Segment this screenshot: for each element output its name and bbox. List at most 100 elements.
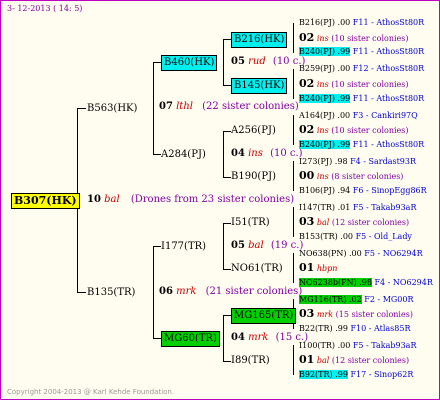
connector xyxy=(293,161,294,191)
gen4-1-note: (10 sister colonies) xyxy=(331,80,409,89)
gen4-3-top[interactable]: I273(PJ) .98 F4 - Sardast93R xyxy=(299,157,416,167)
connector xyxy=(293,253,294,283)
connector xyxy=(223,315,231,316)
gen1-bottom-queen[interactable]: B135(TR) xyxy=(87,287,135,299)
gen4-6-code: mrk xyxy=(316,310,334,319)
gen4-0-bot[interactable]: B240(PJ) .99 F11 - AthosSt80R xyxy=(299,47,424,57)
gen4-5-bot-src: F4 - NO6294R xyxy=(374,278,433,287)
gen4-6-bot-src: F10 - Atlas85R xyxy=(350,324,411,333)
gen4-3-code: ins xyxy=(316,172,329,181)
gen4-3-bot[interactable]: B106(PJ) .94 F6 - SinopEgg86R xyxy=(299,186,427,196)
connector xyxy=(293,345,294,375)
gen3-d-queen[interactable]: B190(PJ) xyxy=(231,171,276,183)
gen1-bottom-drone-info: 06 mrk (21 sister colonies) xyxy=(159,286,302,298)
gen4-7-code: bal xyxy=(316,356,330,365)
gen4-7-top[interactable]: I100(TR) .00 F5 - Takab93aR xyxy=(299,341,416,351)
connector xyxy=(223,177,231,178)
gen2-d-queen[interactable]: MG60(TR) xyxy=(161,331,220,347)
gen4-3-bot-src: F6 - SinopEgg86R xyxy=(352,186,427,195)
connector xyxy=(77,292,86,293)
connector xyxy=(223,315,224,361)
gen2-d-drone-info: 04 mrk (15 c.) xyxy=(231,332,308,344)
gen3-e-queen[interactable]: I51(TR) xyxy=(231,217,270,229)
gen4-1-bot[interactable]: B240(PJ) .99 F11 - AthosSt80R xyxy=(299,94,424,104)
gen4-7-top-id: I100(TR) .00 xyxy=(299,341,351,350)
gen4-2-note: (10 sister colonies) xyxy=(331,126,409,135)
gen4-7-bot[interactable]: B92(TR) .99 F17 - Sinop62R xyxy=(299,370,413,380)
gen4-2-bot[interactable]: B240(PJ) .99 F11 - AthosSt80R xyxy=(299,140,424,150)
gen4-6-num: 03 xyxy=(299,307,315,320)
gen4-7-drone: 01 bal (12 sister colonies) xyxy=(299,353,410,366)
gen4-6-top-id: MG116(TR) .02 xyxy=(299,295,362,304)
gen4-5-drone: 01 hbpn xyxy=(299,261,338,274)
gen4-5-top[interactable]: NO638(PN) .00 F5 - NO6294R xyxy=(299,249,423,259)
gen1-bottom-note: (21 sister colonies) xyxy=(205,286,303,297)
gen4-3-top-id: I273(PJ) .98 xyxy=(299,157,348,166)
connector xyxy=(223,269,231,270)
gen4-4-bot-src: F5 - Old_Lady xyxy=(355,232,412,241)
gen4-3-note: (8 sister colonies) xyxy=(331,172,404,181)
gen2-d-code: mrk xyxy=(248,332,269,343)
gen4-7-note: (12 sister colonies) xyxy=(331,356,410,365)
connector xyxy=(223,223,224,269)
gen4-1-top-id: B259(PJ) .00 xyxy=(299,64,351,73)
gen2-b-note: (10 c.) xyxy=(270,148,303,159)
gen2-a-drone-info: 05 rud (10 c.) xyxy=(231,56,305,68)
gen4-5-num: 01 xyxy=(299,261,315,274)
gen3-a-queen[interactable]: B216(HK) xyxy=(231,32,288,48)
gen4-0-code: ins xyxy=(316,34,329,43)
gen2-b-queen[interactable]: A284(PJ) xyxy=(161,149,206,161)
gen4-1-top[interactable]: B259(PJ) .00 F12 - AthosSt80R xyxy=(299,64,424,74)
gen4-3-drone: 00 ins (8 sister colonies) xyxy=(299,169,404,182)
gen4-0-top[interactable]: B216(PJ) .00 F11 - AthosSt80R xyxy=(299,18,424,28)
gen1-top-queen[interactable]: B563(HK) xyxy=(87,103,137,115)
gen4-1-top-src: F12 - AthosSt80R xyxy=(352,64,425,73)
gen4-2-bot-id: B240(PJ) .99 xyxy=(299,140,351,149)
gen4-0-bot-id: B240(PJ) .99 xyxy=(299,47,351,56)
connector xyxy=(153,154,161,155)
gen3-g-queen[interactable]: MG165(TR) xyxy=(231,308,297,324)
connector xyxy=(293,23,294,53)
gen4-1-bot-src: F11 - AthosSt80R xyxy=(352,94,425,103)
connector xyxy=(153,62,161,63)
gen2-c-queen[interactable]: I177(TR) xyxy=(161,241,206,253)
gen4-2-top[interactable]: A164(PJ) .00 F3 - Cankiri97Q xyxy=(299,111,418,121)
gen4-5-bot-id: NO6238b(PN) .98 xyxy=(299,278,372,287)
connector xyxy=(223,39,224,85)
gen2-a-code: rud xyxy=(248,56,266,67)
gen1-bottom-num: 06 xyxy=(159,286,173,297)
gen4-4-code: bal xyxy=(316,218,330,227)
gen4-1-code: ins xyxy=(316,80,329,89)
gen2-a-queen[interactable]: B460(HK) xyxy=(161,55,218,71)
gen4-5-bot[interactable]: NO6238b(PN) .98 F4 - NO6294R xyxy=(299,278,433,288)
connector xyxy=(223,131,224,177)
gen3-f-queen[interactable]: NO61(TR) xyxy=(231,263,283,275)
gen4-5-top-id: NO638(PN) .00 xyxy=(299,249,362,258)
gen2-b-drone-info: 04 ins (10 c.) xyxy=(231,148,303,160)
date-stamp: 3- 12-2013 ( 14: 5) xyxy=(7,4,83,13)
root-drone-info: 10 bal (Drones from 23 sister colonies) xyxy=(87,194,294,206)
gen3-b-queen[interactable]: B145(HK) xyxy=(231,78,288,94)
gen2-c-num: 05 xyxy=(231,240,245,251)
gen4-5-code: hbpn xyxy=(316,264,338,273)
gen3-h-queen[interactable]: I89(TR) xyxy=(231,355,270,367)
connector xyxy=(223,85,231,86)
gen4-3-num: 00 xyxy=(299,169,315,182)
connector xyxy=(153,246,161,247)
gen1-top-code: lthl xyxy=(176,101,193,112)
gen1-bottom-code: mrk xyxy=(176,286,197,297)
root-code: bal xyxy=(104,194,120,205)
gen4-7-num: 01 xyxy=(299,353,315,366)
root-note: (Drones from 23 sister colonies) xyxy=(130,194,295,205)
gen2-c-drone-info: 05 bal (19 c.) xyxy=(231,240,303,252)
gen3-c-queen[interactable]: A256(PJ) xyxy=(231,125,276,137)
gen4-2-bot-src: F11 - AthosSt80R xyxy=(352,140,425,149)
gen4-4-top[interactable]: I147(TR) .01 F5 - Takab93aR xyxy=(299,203,416,213)
gen2-d-num: 04 xyxy=(231,332,245,343)
gen4-4-top-id: I147(TR) .01 xyxy=(299,203,351,212)
gen4-6-top[interactable]: MG116(TR) .02 F2 - MG00R xyxy=(299,295,413,305)
root-queen[interactable]: B307(HK) xyxy=(11,193,80,209)
connector xyxy=(223,131,231,132)
gen4-4-bot[interactable]: B153(TR) .00 F5 - Old_Lady xyxy=(299,232,412,242)
gen4-6-bot[interactable]: B22(TR) .99 F10 - Atlas85R xyxy=(299,324,411,334)
